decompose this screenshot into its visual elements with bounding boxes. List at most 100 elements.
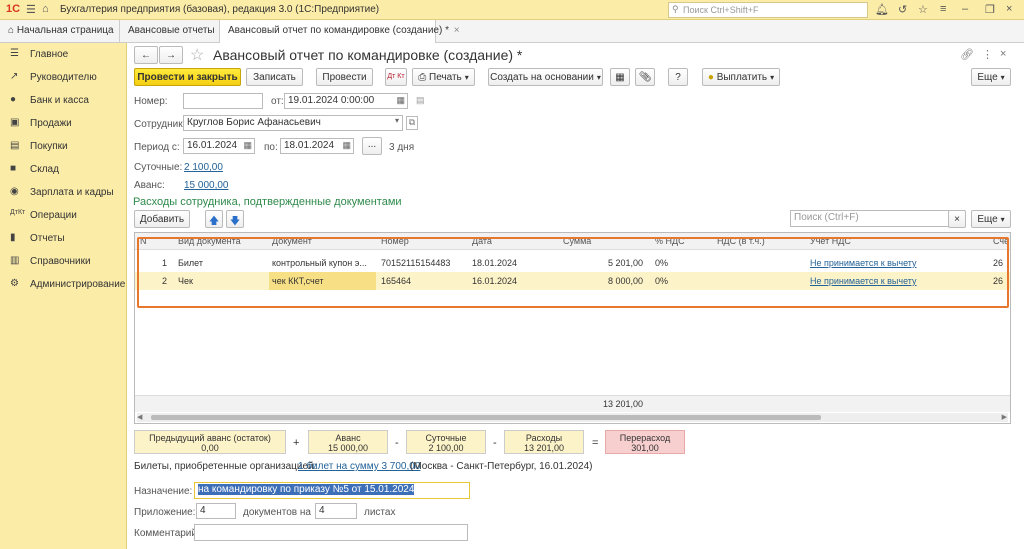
number-label: Номер: — [134, 96, 168, 107]
number-input[interactable] — [183, 93, 263, 109]
sidebar-item-reports[interactable]: ▮ Отчеты — [0, 229, 127, 249]
calendar-icon[interactable]: ▦ — [342, 140, 351, 151]
comment-input[interactable] — [194, 524, 468, 541]
close-icon[interactable]: × — [1006, 3, 1012, 15]
table-more-button[interactable]: Еще — [971, 210, 1011, 228]
star-icon[interactable]: ☆ — [918, 3, 928, 16]
scroll-right-icon[interactable]: ▶ — [1002, 413, 1007, 421]
page-title: Авансовый отчет по командировке (создани… — [213, 47, 523, 63]
purpose-input[interactable]: на командировку по приказу №5 от 15.01.2… — [194, 482, 470, 499]
employee-label: Сотрудник: — [134, 119, 186, 130]
period-select-button[interactable]: ... — [362, 137, 382, 155]
sidebar-item-label: Операции — [30, 210, 77, 221]
document-icon[interactable]: ▤ — [416, 95, 425, 106]
home-icon[interactable]: ⌂ — [42, 3, 49, 15]
expenses-box: Расходы 13 201,00 — [504, 430, 584, 454]
date-input[interactable]: 19.01.2024 0:00:00 ▦ — [284, 93, 408, 109]
advance-box: Аванс 15 000,00 — [308, 430, 388, 454]
bell-icon[interactable]: 🔔︎ — [875, 3, 889, 16]
horizontal-scrollbar[interactable]: ◀ ▶ — [137, 413, 1008, 422]
tab-home-label: Начальная страница — [16, 25, 114, 36]
history-icon[interactable]: ↺ — [898, 3, 907, 16]
sidebar-item-label: Зарплата и кадры — [30, 187, 114, 198]
sidebar-item-warehouse[interactable]: ■ Склад — [0, 160, 127, 180]
global-search-input[interactable]: ⚲ Поиск Ctrl+Shift+F — [668, 2, 868, 18]
tickets-note: (Москва - Санкт-Петербург, 16.01.2024) — [410, 461, 593, 472]
more-vertical-icon[interactable]: ⋮ — [982, 48, 993, 61]
tab-advance-reports[interactable]: Авансовые отчеты × — [120, 20, 225, 43]
help-button[interactable]: ? — [668, 68, 688, 86]
tab-close-icon[interactable]: × — [454, 25, 460, 36]
sidebar-item-bank[interactable]: ● Банк и касса — [0, 91, 127, 111]
restore-icon[interactable]: ❐ — [985, 3, 995, 16]
sidebar-item-label: Банк и касса — [30, 95, 89, 106]
daily-box-value: 2 100,00 — [428, 443, 464, 453]
table-search-input[interactable]: Поиск (Ctrl+F) — [790, 210, 965, 227]
scrollbar-thumb[interactable] — [151, 415, 821, 420]
print-button[interactable]: ⎙ Печать — [412, 68, 475, 86]
attachment-sheets-input[interactable]: 4 — [315, 503, 357, 519]
more-button[interactable]: Еще — [971, 68, 1011, 86]
sidebar-item-admin[interactable]: ⚙ Администрирование — [0, 275, 127, 295]
open-icon[interactable]: ⧉ — [406, 116, 418, 130]
overspend-label: Перерасход — [619, 433, 671, 443]
table-footer: 13 201,00 — [135, 395, 1010, 412]
daily-allowance-link[interactable]: 2 100,00 — [184, 162, 223, 173]
period-days: 3 дня — [389, 142, 415, 153]
link-icon[interactable]: 🔗︎ — [960, 48, 974, 61]
move-up-icon[interactable]: 🡅 — [205, 210, 223, 228]
sidebar-item-main[interactable]: ☰ Главное — [0, 45, 127, 65]
favorite-star-icon[interactable]: ☆ — [190, 45, 204, 65]
print-label: Печать — [429, 72, 462, 83]
close-icon[interactable]: × — [1000, 48, 1006, 60]
dtkt-button[interactable]: Дт Кт — [385, 68, 407, 86]
advance-label: Аванс: — [134, 180, 165, 191]
post-and-close-button[interactable]: Провести и закрыть — [134, 68, 241, 86]
dropdown-icon[interactable]: ▾ — [395, 116, 399, 125]
tab-home[interactable]: ⌂ Начальная страница — [0, 20, 120, 43]
sidebar-item-sales[interactable]: ▣ Продажи — [0, 114, 127, 134]
period-from-input[interactable]: 16.01.2024 ▦ — [183, 138, 255, 154]
back-button[interactable]: ← — [134, 46, 158, 64]
date-value: 19.01.2024 0:00:00 — [288, 95, 375, 106]
minimize-icon[interactable]: – — [962, 3, 968, 15]
equals-sign: = — [592, 437, 599, 449]
create-based-on-button[interactable]: Создать на основании — [488, 68, 603, 86]
attachment-docs-input[interactable]: 4 — [196, 503, 236, 519]
save-button[interactable]: Записать — [246, 68, 303, 86]
employee-input[interactable]: Круглов Борис Афанасьевич ▾ — [183, 115, 403, 131]
pay-button[interactable]: ● Выплатить — [702, 68, 780, 86]
period-to-input[interactable]: 18.01.2024 ▦ — [280, 138, 354, 154]
sidebar-item-manager[interactable]: ↗ Руководителю — [0, 68, 127, 88]
sidebar-item-salary[interactable]: ◉ Зарплата и кадры — [0, 183, 127, 203]
tickets-link[interactable]: 1 билет на сумму 3 700,00 — [298, 461, 420, 472]
tab-business-trip-report[interactable]: Авансовый отчет по командировке (создани… — [220, 20, 460, 43]
sidebar-item-operations[interactable]: ДтКт Операции — [0, 206, 127, 226]
purpose-label: Назначение: — [134, 486, 193, 497]
calendar-icon[interactable]: ▦ — [243, 140, 252, 151]
add-row-button[interactable]: Добавить — [134, 210, 190, 228]
post-button[interactable]: Провести — [316, 68, 373, 86]
sidebar-item-label: Продажи — [30, 118, 72, 129]
gear-icon: ⚙ — [10, 278, 19, 289]
menu-more-icon[interactable]: ≡ — [940, 3, 946, 15]
period-from-label: Период с: — [134, 142, 180, 153]
scroll-left-icon[interactable]: ◀ — [137, 413, 142, 421]
period-from-value: 16.01.2024 — [187, 140, 238, 151]
forward-button[interactable]: → — [159, 46, 183, 64]
menu-icon[interactable]: ☰ — [26, 3, 36, 16]
coin-icon: ● — [10, 94, 17, 105]
sidebar: ☰ Главное ↗ Руководителю ● Банк и касса ▣ Пр… — [0, 43, 127, 549]
table-icon[interactable]: ▦ — [610, 68, 630, 86]
sidebar-item-directories[interactable]: ▥ Справочники — [0, 252, 127, 272]
attachment-icon[interactable]: 📎︎ — [635, 68, 655, 86]
global-search-placeholder: Поиск Ctrl+Shift+F — [683, 5, 759, 15]
sidebar-item-purchases[interactable]: ▤ Покупки — [0, 137, 127, 157]
trend-icon: ↗ — [10, 71, 19, 82]
prev-advance-value: 0,00 — [201, 443, 219, 453]
move-down-icon[interactable]: 🡇 — [226, 210, 244, 228]
daily-box: Суточные 2 100,00 — [406, 430, 486, 454]
advance-link[interactable]: 15 000,00 — [184, 180, 229, 191]
calendar-icon[interactable]: ▦ — [396, 95, 405, 106]
clear-search-icon[interactable]: × — [948, 210, 966, 228]
